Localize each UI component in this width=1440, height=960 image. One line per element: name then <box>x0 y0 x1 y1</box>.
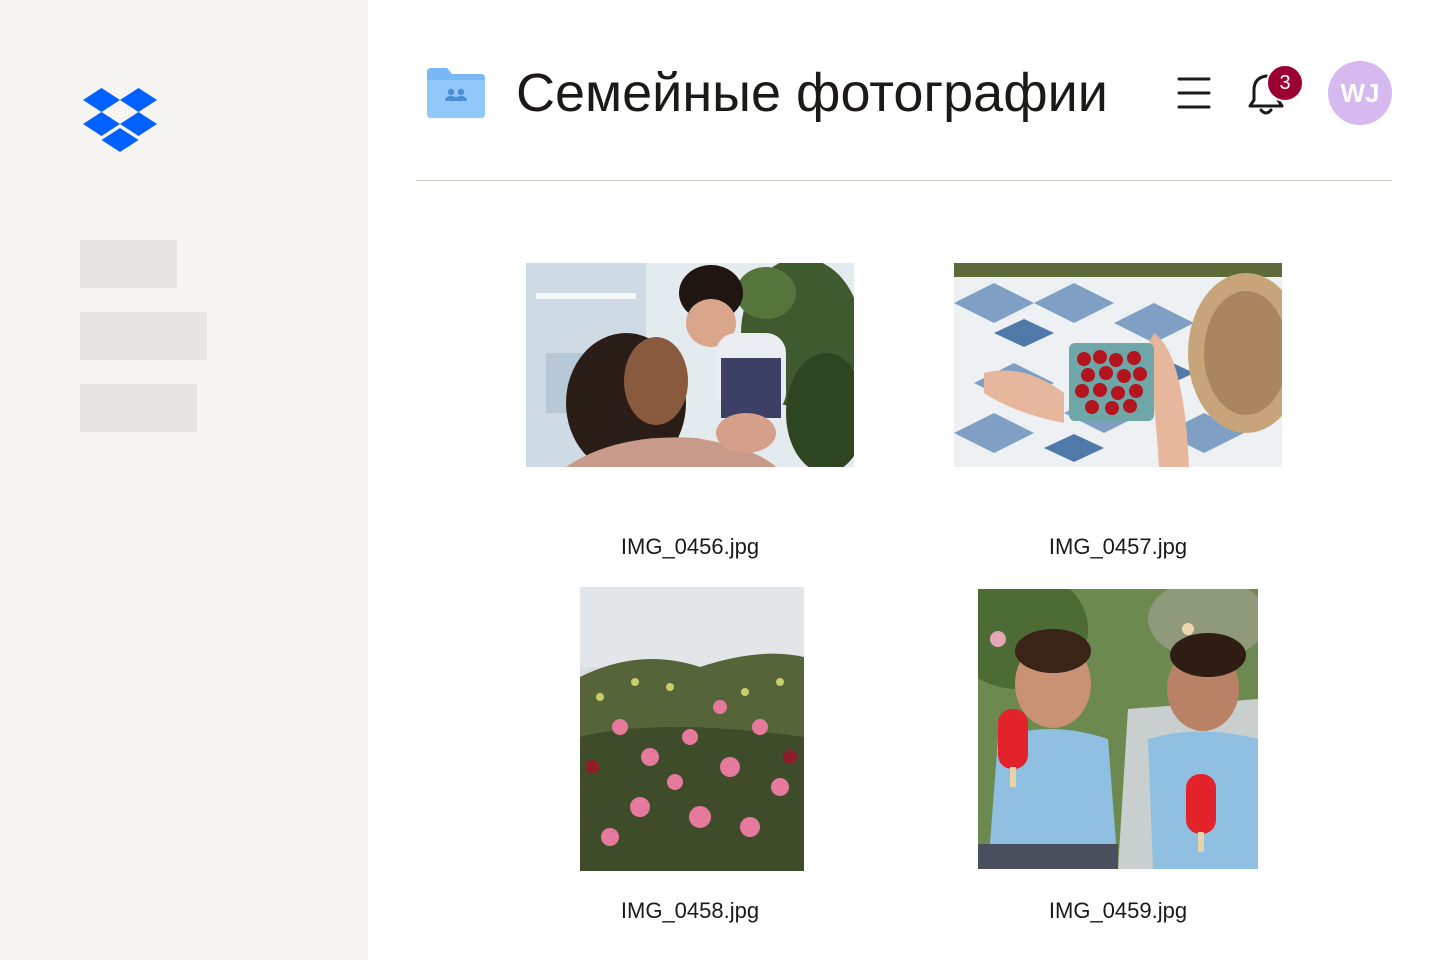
hamburger-menu-icon[interactable] <box>1174 75 1214 111</box>
file-thumbnail[interactable] <box>580 587 804 871</box>
notification-count-badge: 3 <box>1266 64 1304 102</box>
photo-boys-popsicles <box>978 589 1258 869</box>
file-name[interactable]: IMG_0457.jpg <box>968 534 1268 560</box>
file-name[interactable]: IMG_0456.jpg <box>540 534 840 560</box>
file-name[interactable]: IMG_0459.jpg <box>968 898 1268 924</box>
file-thumbnail[interactable] <box>526 263 854 467</box>
photo-woman-baby <box>526 263 854 467</box>
sidebar-nav-item-placeholder[interactable] <box>80 312 207 360</box>
sidebar-nav-item-placeholder[interactable] <box>80 240 177 288</box>
sidebar <box>0 0 368 960</box>
user-avatar[interactable]: WJ <box>1328 61 1392 125</box>
notifications-button[interactable]: 3 <box>1242 64 1304 122</box>
header-divider <box>416 180 1392 181</box>
dropbox-logo-icon[interactable] <box>83 88 157 152</box>
photo-cherries-quilt <box>954 263 1282 467</box>
page-title: Семейные фотографии <box>516 63 1108 123</box>
file-thumbnail[interactable] <box>954 263 1282 467</box>
shared-folder-icon <box>427 68 485 118</box>
sidebar-nav-item-placeholder[interactable] <box>80 384 197 432</box>
main-content: Семейные фотографии 3 WJ IMG_0456.jpg IM… <box>368 0 1440 960</box>
file-name[interactable]: IMG_0458.jpg <box>540 898 840 924</box>
file-thumbnail[interactable] <box>978 589 1258 869</box>
photo-pink-flowers <box>580 587 804 871</box>
